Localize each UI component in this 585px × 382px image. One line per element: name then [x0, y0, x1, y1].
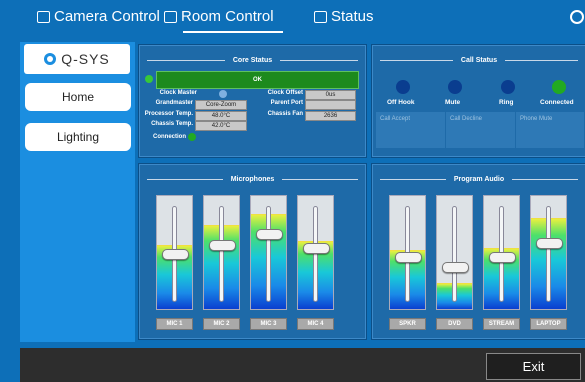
panel-title: Call Status: [460, 56, 498, 64]
ring-led: [501, 80, 515, 94]
parent-port-value: [305, 100, 356, 110]
active-tab-indicator: [183, 31, 283, 33]
gear-icon[interactable]: [570, 10, 584, 24]
tab-status[interactable]: Status: [314, 8, 374, 25]
off-hook-label: Off Hook: [387, 99, 415, 106]
logo-text: Q-SYS: [61, 51, 110, 67]
connected-led: [552, 80, 566, 94]
call-decline-button[interactable]: Call Decline: [446, 112, 516, 148]
mic-channel-label: MIC 1: [156, 318, 193, 330]
off-hook-led: [396, 80, 410, 94]
mic-channel-label: MIC 4: [297, 318, 334, 330]
tab-room-control[interactable]: Room Control: [164, 8, 274, 25]
program-fader-4[interactable]: [530, 195, 567, 310]
mic-fader-2[interactable]: [203, 195, 240, 310]
fader-track: [452, 206, 457, 302]
tab-label: Camera Control: [54, 8, 160, 25]
connected-label: Connected: [540, 99, 574, 106]
fader-knob[interactable]: [489, 252, 516, 263]
fader-track: [313, 206, 318, 302]
mic-fader-3[interactable]: [250, 195, 287, 310]
phone-mute-button[interactable]: Phone Mute: [516, 112, 585, 148]
panel-icon: [164, 10, 177, 23]
chassis-fan-label: Chassis Fan: [267, 111, 303, 117]
call-accept-button[interactable]: Call Accept: [376, 112, 446, 148]
fader-knob[interactable]: [395, 252, 422, 263]
program-fader-3[interactable]: [483, 195, 520, 310]
fader-knob[interactable]: [442, 262, 469, 273]
panel-title: Program Audio: [453, 175, 505, 183]
fader-knob[interactable]: [162, 249, 189, 260]
tab-label: Room Control: [181, 8, 274, 25]
clock-offset-label: Clock Offset: [267, 90, 303, 96]
tab-label: Status: [331, 8, 374, 25]
sidebar-item-home[interactable]: Home: [25, 83, 131, 111]
processor-temp-value: 48.0°C: [195, 111, 247, 121]
status-ok-bar: OK: [156, 71, 359, 89]
grandmaster-value: Core-Zoom: [195, 100, 247, 110]
mute-label: Mute: [445, 99, 461, 106]
camera-icon: [37, 10, 50, 23]
mic-fader-1[interactable]: [156, 195, 193, 310]
fader-track: [219, 206, 224, 302]
waveform-icon: [314, 10, 327, 23]
qsys-logo-icon: [44, 53, 57, 65]
program-channel-label: STREAM: [483, 318, 520, 330]
mic-channel-label: MIC 3: [250, 318, 287, 330]
parent-port-label: Parent Port: [270, 100, 303, 106]
fader-knob[interactable]: [209, 240, 236, 251]
tab-camera-control[interactable]: Camera Control: [37, 8, 160, 25]
processor-temp-label: Processor Temp.: [144, 111, 193, 117]
program-fader-1[interactable]: [389, 195, 426, 310]
connection-label: Connection: [153, 134, 186, 140]
fader-track: [266, 206, 271, 302]
grandmaster-label: Grandmaster: [155, 100, 193, 106]
program-channel-label: DVD: [436, 318, 473, 330]
connection-led: [188, 133, 196, 141]
program-channel-label: SPKR: [389, 318, 426, 330]
status-led: [145, 75, 153, 83]
chassis-temp-value: 42.0°C: [195, 121, 247, 131]
fader-knob[interactable]: [303, 243, 330, 254]
exit-button[interactable]: Exit: [486, 353, 581, 380]
ring-label: Ring: [499, 99, 514, 106]
clock-offset-value: 0us: [305, 90, 356, 100]
fader-knob[interactable]: [256, 229, 283, 240]
qsys-logo: Q-SYS: [24, 44, 130, 74]
fader-knob[interactable]: [536, 238, 563, 249]
program-fader-2[interactable]: [436, 195, 473, 310]
mic-channel-label: MIC 2: [203, 318, 240, 330]
sidebar-item-lighting[interactable]: Lighting: [25, 123, 131, 151]
program-channel-label: LAPTOP: [530, 318, 567, 330]
panel-title: Core Status: [232, 56, 273, 64]
clock-master-label: Clock Master: [159, 90, 197, 96]
clock-master-led: [219, 90, 227, 98]
chassis-fan-value: 2636: [305, 111, 356, 121]
panel-title: Microphones: [230, 175, 275, 183]
chassis-temp-label: Chassis Temp.: [151, 121, 193, 127]
mic-fader-4[interactable]: [297, 195, 334, 310]
fader-track: [546, 206, 551, 302]
mute-led: [448, 80, 462, 94]
